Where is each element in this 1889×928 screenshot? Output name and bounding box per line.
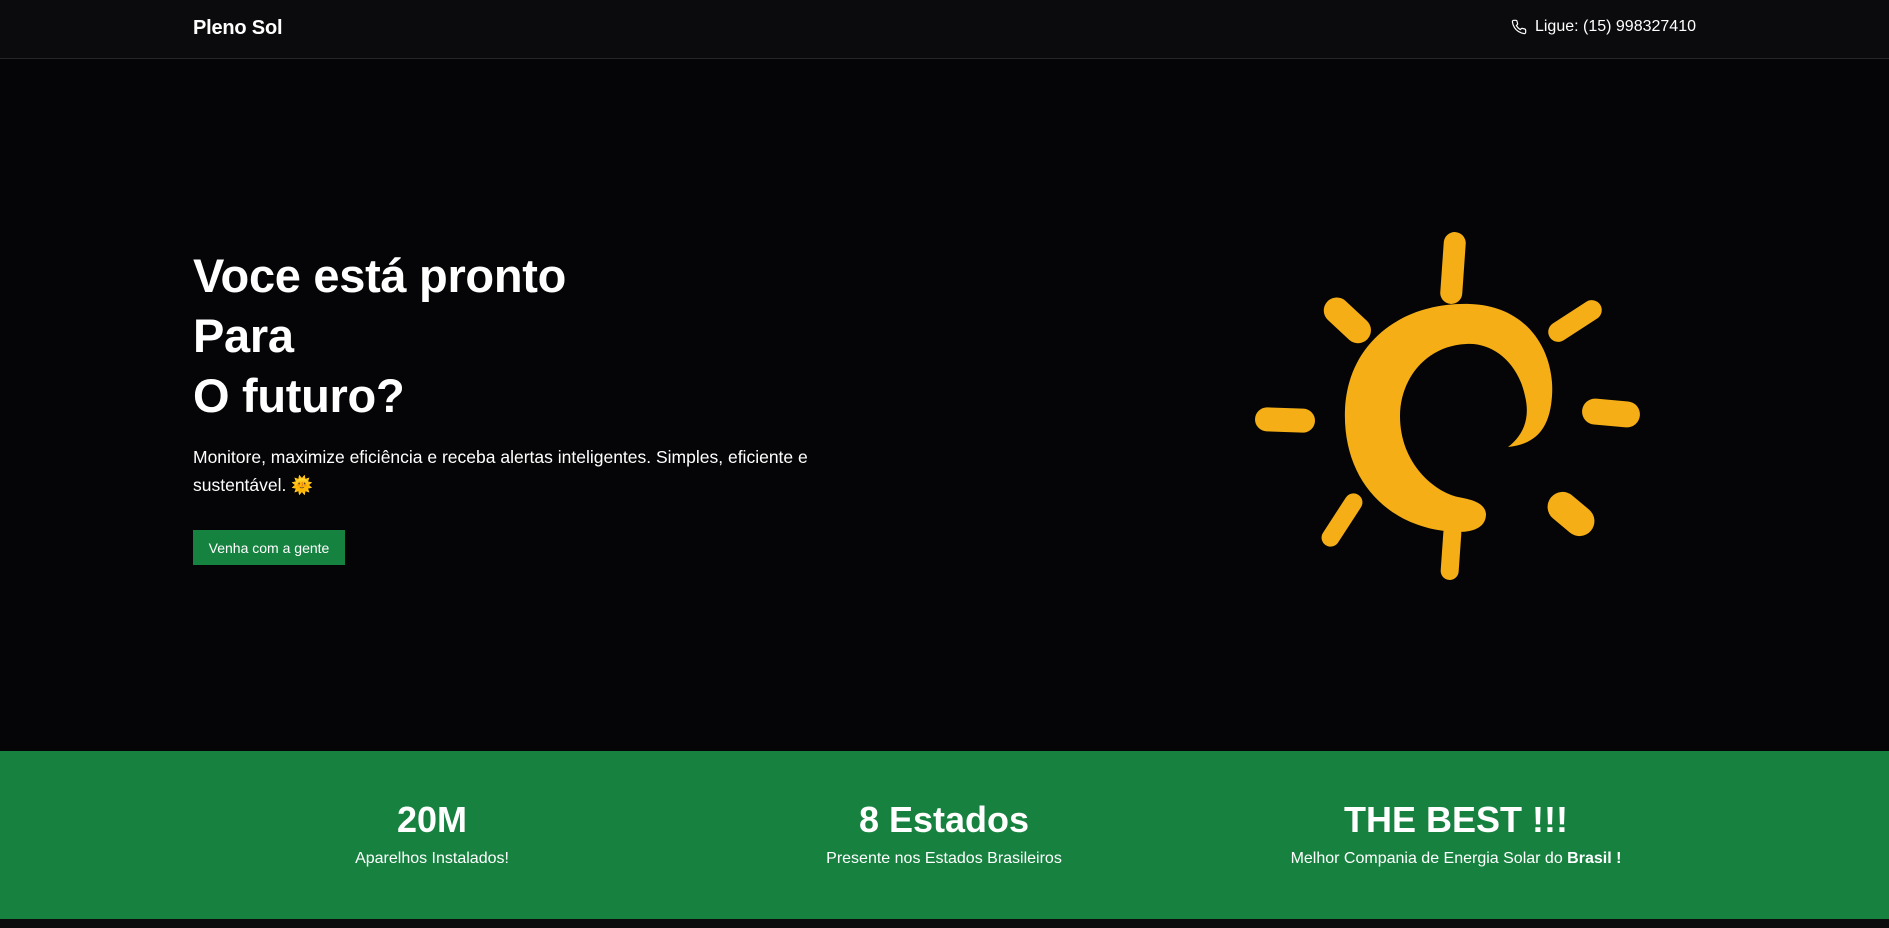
- stat-installed-value: 20M: [396, 799, 468, 840]
- stat-best-value: THE BEST !!!: [1344, 799, 1568, 840]
- stat-states: 8 Estados Presente nos Estados Brasileir…: [674, 799, 1214, 869]
- phone-icon: [1511, 19, 1527, 35]
- hero-title: Voce está pronto Para O futuro?: [193, 246, 566, 426]
- hero-section: Voce está pronto Para O futuro? Monitore…: [0, 59, 1889, 751]
- stat-states-value: 8 Estados: [858, 799, 1030, 840]
- contact-phone-text: Ligue: (15) 998327410: [1534, 18, 1696, 35]
- stat-installed: 20M Aparelhos Instalados!: [162, 799, 702, 869]
- stat-best-label-text: Melhor Compania de Energia Solar do: [1290, 850, 1563, 867]
- hero-title-line-2: Para: [193, 309, 294, 362]
- stat-installed-label: Aparelhos Instalados!: [355, 850, 509, 867]
- hero-title-line-3: O futuro?: [193, 369, 405, 422]
- stat-best-label: Melhor Compania de Energia Solar do Bras…: [1186, 849, 1726, 869]
- bottom-strip: [0, 919, 1889, 928]
- hero-title-line-1: Voce está pronto: [193, 249, 567, 302]
- top-navbar: Pleno Sol Ligue: (15) 998327410: [0, 0, 1889, 59]
- cta-button[interactable]: Venha com a gente: [193, 530, 345, 565]
- stat-best-label-bold: Brasil !: [1567, 850, 1622, 867]
- stats-section: 20M Aparelhos Instalados! 8 Estados Pres…: [0, 751, 1889, 919]
- hero-description: Monitore, maximize eficiência e receba a…: [193, 447, 808, 495]
- stat-states-label: Presente nos Estados Brasileiros: [826, 850, 1062, 867]
- contact-phone[interactable]: Ligue: (15) 998327410: [1511, 18, 1696, 36]
- stat-best: THE BEST !!! Melhor Compania de Energia …: [1186, 799, 1726, 869]
- brand-logo[interactable]: Pleno Sol: [193, 17, 283, 40]
- sun-icon: [1240, 164, 1660, 589]
